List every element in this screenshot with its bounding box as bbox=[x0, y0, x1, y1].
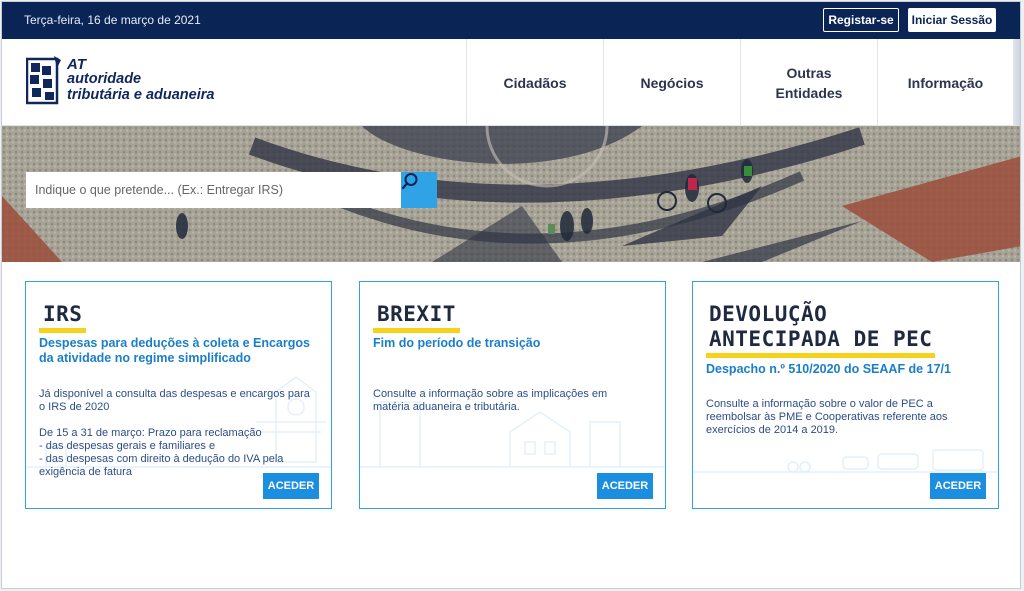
card-body: Consulte a informação sobre as implicaçõ… bbox=[373, 388, 643, 427]
search-input[interactable] bbox=[26, 172, 401, 208]
login-button[interactable]: Iniciar Sessão bbox=[908, 8, 996, 32]
nav-item-outras-entidades[interactable]: Outras Entidades bbox=[740, 39, 877, 126]
card-title: IRS bbox=[39, 302, 87, 333]
card-body: Consulte a informação sobre o valor de P… bbox=[706, 398, 976, 450]
title-underline bbox=[373, 328, 460, 333]
card-subtitle: Despesas para deduções à coleta e Encarg… bbox=[39, 336, 310, 365]
card-title-text: BREXIT bbox=[377, 302, 456, 326]
card-subtitle: Fim do período de transição bbox=[373, 336, 541, 350]
aceder-button[interactable]: ACEDER bbox=[263, 473, 319, 499]
header-edge bbox=[1014, 39, 1020, 126]
card-title-line1: DEVOLUÇÃO bbox=[709, 302, 828, 326]
nav-item-negocios[interactable]: Negócios bbox=[603, 39, 740, 126]
card-subtitle: Despacho n.º 510/2020 do SEAAF de 17/1 bbox=[706, 362, 951, 376]
search-icon bbox=[401, 173, 418, 190]
hero-banner bbox=[2, 126, 1020, 262]
browser-viewport: Terça-feira, 16 de março de 2021 Regista… bbox=[1, 1, 1021, 589]
register-button[interactable]: Registar-se bbox=[823, 8, 899, 32]
card-devolucao-pec: DEVOLUÇÃO ANTECIPADA DE PEC Despacho n.º … bbox=[692, 281, 999, 509]
at-emblem-icon bbox=[26, 56, 61, 105]
card-title-text: IRS bbox=[43, 302, 83, 326]
site-header: AT autoridade tributária e aduaneira Cid… bbox=[2, 39, 1020, 126]
top-bar: Terça-feira, 16 de março de 2021 Regista… bbox=[2, 2, 1020, 39]
card-title: BREXIT bbox=[373, 302, 460, 333]
search-button[interactable] bbox=[401, 172, 437, 208]
nav-item-cidadaos[interactable]: Cidadãos bbox=[466, 39, 603, 126]
card-title-line2: ANTECIPADA DE PEC bbox=[709, 327, 933, 351]
card-irs: IRS Despesas para deduções à coleta e En… bbox=[25, 281, 332, 509]
logo-text-autoridade: autoridade bbox=[67, 71, 142, 87]
card-brexit: BREXIT Fim do período de transição Consu… bbox=[359, 281, 666, 509]
title-underline bbox=[706, 353, 936, 358]
current-date: Terça-feira, 16 de março de 2021 bbox=[24, 13, 201, 27]
card-title: DEVOLUÇÃO ANTECIPADA DE PEC bbox=[706, 302, 936, 358]
nav-item-outras-entidades-label: Outras Entidades bbox=[775, 64, 843, 101]
at-logo[interactable]: AT autoridade tributária e aduaneira bbox=[26, 56, 226, 110]
logo-text-tributaria: tributária e aduaneira bbox=[67, 87, 215, 103]
nav-item-informacao[interactable]: Informação bbox=[877, 39, 1014, 126]
aceder-button[interactable]: ACEDER bbox=[597, 473, 653, 499]
card-paragraph: Consulte a informação sobre as implicaçõ… bbox=[373, 388, 608, 413]
title-underline bbox=[39, 328, 87, 333]
card-paragraph: De 15 a 31 de março: Prazo para reclamaç… bbox=[39, 427, 284, 478]
main-nav: Cidadãos Negócios Outras Entidades Infor… bbox=[466, 39, 1014, 126]
card-paragraph: Já disponível a consulta das despesas e … bbox=[39, 388, 310, 413]
aceder-button[interactable]: ACEDER bbox=[930, 473, 986, 499]
card-paragraph: Consulte a informação sobre o valor de P… bbox=[706, 398, 948, 436]
